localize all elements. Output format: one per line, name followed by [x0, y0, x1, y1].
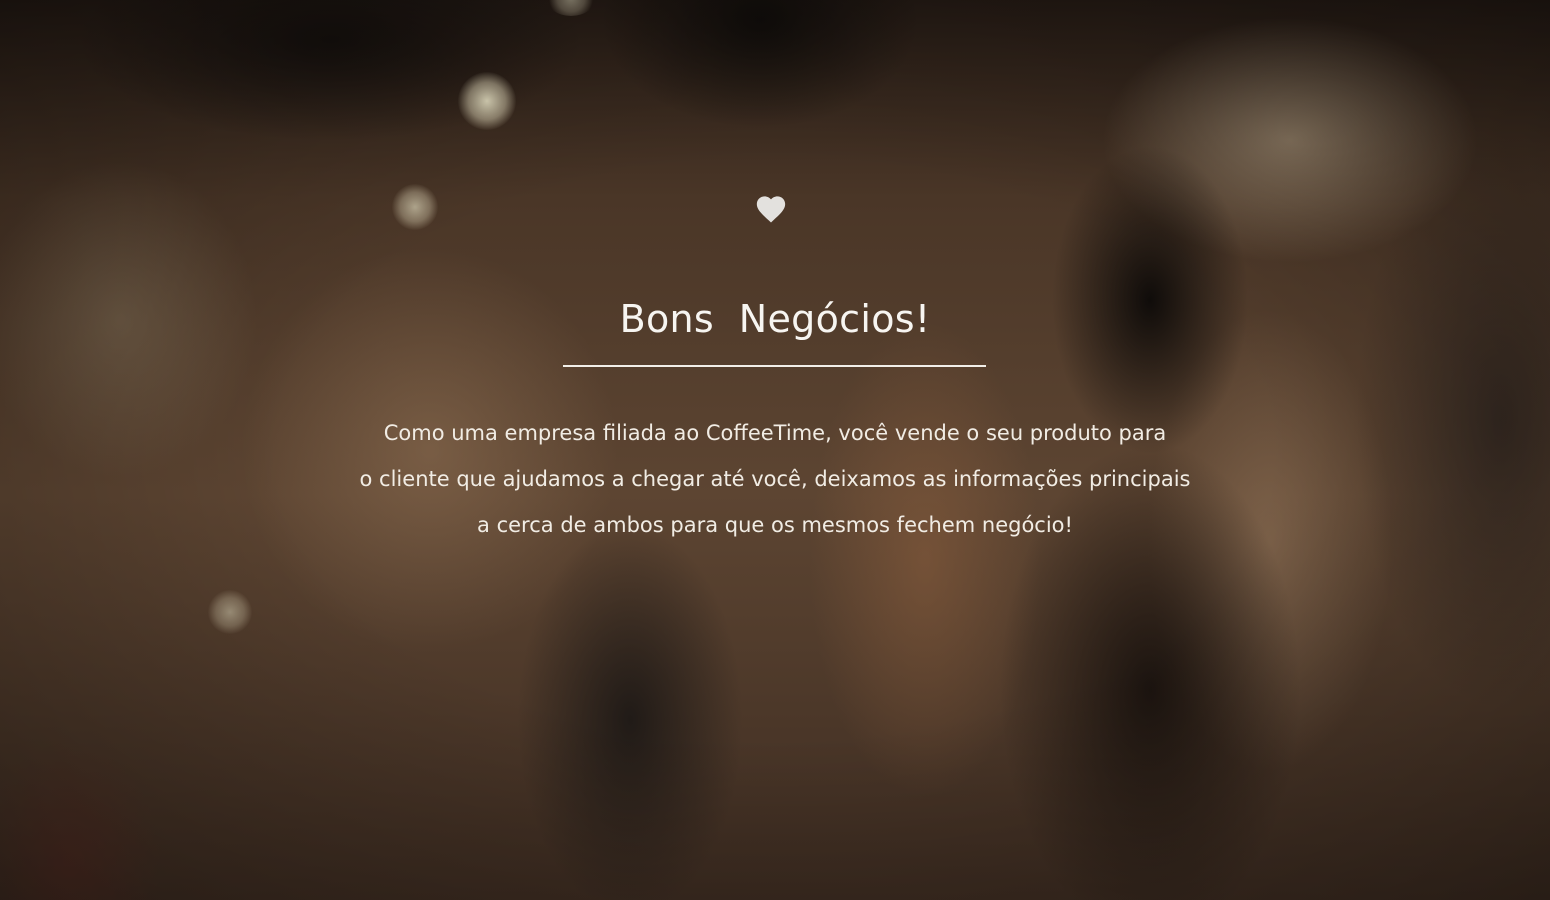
description-line: a cerca de ambos para que os mesmos fech…	[477, 513, 1073, 537]
hero-content: Bons Negócios! Como uma empresa filiada …	[0, 0, 1550, 900]
description-line: Como uma empresa filiada ao CoffeeTime, …	[383, 421, 1167, 445]
section-description: Como uma empresa filiada ao CoffeeTime, …	[200, 410, 1350, 548]
heart-icon	[756, 196, 786, 223]
hero-section: Bons Negócios! Como uma empresa filiada …	[0, 0, 1550, 900]
description-line: o cliente que ajudamos a chegar até você…	[359, 467, 1191, 491]
section-title: Bons Negócios!	[619, 297, 931, 341]
title-divider	[563, 365, 986, 367]
